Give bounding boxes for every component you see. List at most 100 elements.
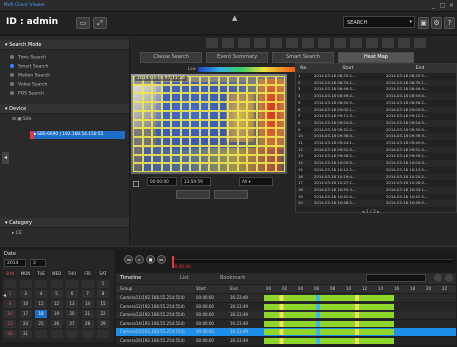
table-row[interactable]: 18 2014-03-18 10:33:3... 2014-03-18 10:34:…	[296, 186, 456, 194]
calendar-day[interactable]: 25	[35, 320, 47, 328]
col-end[interactable]: End	[384, 64, 456, 73]
table-row[interactable]: 8 2014-03-18 09:24:0... 2014-03-18 09:24:5…	[296, 119, 456, 127]
apply-button[interactable]	[176, 190, 210, 199]
toolbar-export-icon[interactable]	[254, 38, 266, 48]
tab-clause-search[interactable]: Clause Search	[140, 52, 202, 63]
timeline-ruler[interactable]	[172, 259, 452, 263]
recording-segment[interactable]	[264, 303, 394, 310]
table-row[interactable]: 17 2014-03-18 10:27:1... 2014-03-18 10:28:…	[296, 180, 456, 187]
prev-month-arrow-icon[interactable]: ◂	[3, 292, 6, 299]
stop-button[interactable]: ■	[146, 255, 155, 264]
toolbar-print-icon[interactable]	[286, 38, 298, 48]
calendar-day[interactable]: 1	[97, 280, 109, 288]
close-button[interactable]: ✕	[448, 2, 455, 9]
table-row[interactable]: 3 2014-03-18 08:46:0... 2014-03-18 08:46:4…	[296, 86, 456, 93]
timeline-row[interactable]: Camera13(192.168.55.254:554) 00:00:00 16:2…	[116, 311, 456, 319]
option-checkbox[interactable]	[133, 181, 139, 187]
toolbar-settings-icon[interactable]	[302, 38, 314, 48]
table-row[interactable]: 9 2014-03-18 09:31:2... 2014-03-18 09:32:0…	[296, 127, 456, 134]
mode-video-search[interactable]: Video Search	[10, 82, 48, 90]
mode-motion-search[interactable]: Motion Search	[10, 73, 50, 81]
tab-smart-search[interactable]: Smart Search	[272, 52, 334, 63]
table-row[interactable]: 11 2014-03-18 09:44:1... 2014-03-18 09:45:…	[296, 140, 456, 147]
mode-pos-search[interactable]: POS Search	[10, 91, 44, 99]
calendar-day[interactable]: 27	[66, 320, 78, 328]
mode-smart-search[interactable]: Smart Search	[10, 64, 49, 72]
table-row[interactable]: 19 2014-03-18 10:41:0... 2014-03-18 10:41:…	[296, 194, 456, 201]
calendar-day[interactable]: 20	[66, 310, 78, 318]
toolbar-zoom-in-icon[interactable]	[334, 38, 346, 48]
calendar-day[interactable]: 23	[4, 320, 16, 328]
table-row[interactable]: 2 2014-03-18 08:34:1... 2014-03-18 08:35:1…	[296, 79, 456, 87]
device-header[interactable]: ▾ Device	[0, 104, 129, 114]
month-select[interactable]: 3	[30, 259, 46, 267]
gear-icon[interactable]: ⚙	[431, 17, 442, 29]
help-icon[interactable]: ?	[444, 17, 455, 29]
tab-bookmark[interactable]: Bookmark	[220, 275, 245, 281]
timeline-row[interactable]: Camera16(192.168.55.254:554) 00:00:00 16:2…	[116, 336, 456, 345]
toolbar-ptz-icon[interactable]	[318, 38, 330, 48]
table-row[interactable]: 16 2014-03-18 10:19:4... 2014-03-18 10:20:…	[296, 173, 456, 181]
col-start[interactable]: Start	[312, 64, 384, 73]
calendar-day[interactable]: 16	[4, 310, 16, 318]
tab-heat-map[interactable]: Heat Map	[338, 52, 414, 63]
calendar-day[interactable]: 11	[35, 300, 47, 308]
maximize-button[interactable]: □	[439, 2, 446, 9]
forward-button[interactable]: ▸▸	[157, 255, 166, 264]
collapse-up-icon[interactable]: ▲	[232, 14, 237, 22]
toolbar-split-icon[interactable]	[222, 38, 234, 48]
recording-segment[interactable]	[264, 295, 394, 301]
calendar-day[interactable]: 8	[97, 290, 109, 298]
toolbar-layout-icon[interactable]	[206, 38, 218, 48]
eye-toggle-icon[interactable]	[445, 274, 453, 282]
toolbar-grid-icon[interactable]	[238, 38, 250, 48]
search-mode-header[interactable]: ▾ Search Mode	[0, 40, 129, 50]
calendar-day[interactable]: 26	[50, 320, 63, 328]
toolbar-alarm-icon[interactable]	[398, 38, 410, 48]
calendar-day[interactable]: 3	[19, 290, 32, 298]
site-tree-item[interactable]: ⊟ ▣ Site	[12, 117, 32, 125]
table-row[interactable]: 1 2014-03-18 08:33:2... 2014-03-18 08:33:5…	[296, 73, 456, 80]
timeline-row[interactable]: Camera15(192.168.55.254:554) 00:00:00 16:2…	[116, 328, 456, 336]
table-pager[interactable]: ◂ 1 / 2 ▸	[362, 210, 380, 215]
eye-icon[interactable]	[434, 274, 442, 282]
calendar-day[interactable]: 4	[35, 290, 47, 298]
calendar-day[interactable]: 28	[81, 320, 94, 328]
timeline-row[interactable]: Camera11(192.168.55.254:554) 00:00:00 16:2…	[116, 294, 456, 302]
calendar-day[interactable]: 10	[19, 300, 32, 308]
calendar-day[interactable]: 13	[66, 300, 78, 308]
time-to-input[interactable]: 23:59:59	[181, 177, 211, 186]
time-from-input[interactable]: 00:00:00	[147, 177, 177, 186]
calendar-day[interactable]: 12	[50, 300, 63, 308]
toolbar-zoom-out-icon[interactable]	[350, 38, 362, 48]
collapse-sidebar-arrow-icon[interactable]: ◂	[2, 152, 9, 164]
calendar-day[interactable]: 15	[97, 300, 109, 308]
tab-timeline[interactable]: Timeline	[120, 275, 141, 281]
calendar-day[interactable]: 18	[35, 310, 47, 318]
category-header[interactable]: ▾ Category	[0, 218, 129, 228]
calendar-day[interactable]: 24	[19, 320, 32, 328]
col-no[interactable]: No.	[296, 64, 312, 73]
table-row[interactable]: 14 2014-03-18 10:03:5... 2014-03-18 10:04:…	[296, 160, 456, 167]
recording-segment[interactable]	[264, 329, 394, 335]
mode-time-search[interactable]: Time Search	[10, 55, 46, 63]
table-row[interactable]: 20 2014-03-18 10:48:2... 2014-03-18 10:49:…	[296, 200, 456, 207]
timeline-row[interactable]: Camera12(192.168.55.254:554) 00:00:00 16:2…	[116, 302, 456, 311]
calendar-day[interactable]: 29	[97, 320, 109, 328]
heatmap-video-view[interactable]: 2014-03-18 07:11:36	[131, 74, 287, 174]
table-row[interactable]: 7 2014-03-18 09:11:3... 2014-03-18 09:12:1…	[296, 113, 456, 120]
mode-select[interactable]: SEARCH ▾	[343, 16, 415, 28]
timeline-row[interactable]: Camera14(192.168.55.254:554) 00:00:00 16:2…	[116, 319, 456, 328]
layout-button[interactable]: ▭	[76, 17, 90, 29]
calendar-day[interactable]: 17	[19, 310, 32, 318]
toolbar-menu-icon[interactable]	[414, 38, 426, 48]
toolbar-snapshot-icon[interactable]	[270, 38, 282, 48]
calendar-day[interactable]: 22	[97, 310, 109, 318]
tab-list[interactable]: List	[180, 275, 189, 281]
calendar-day[interactable]: 5	[50, 290, 63, 298]
interval-select[interactable]: All ▾	[239, 177, 273, 186]
rewind-button[interactable]: ◂◂	[124, 255, 133, 264]
recording-segment[interactable]	[264, 320, 394, 327]
device-tree-item[interactable]: ▪ SBS-6690 | 192.168.54.150:55	[30, 131, 125, 139]
reset-button[interactable]	[214, 190, 248, 199]
